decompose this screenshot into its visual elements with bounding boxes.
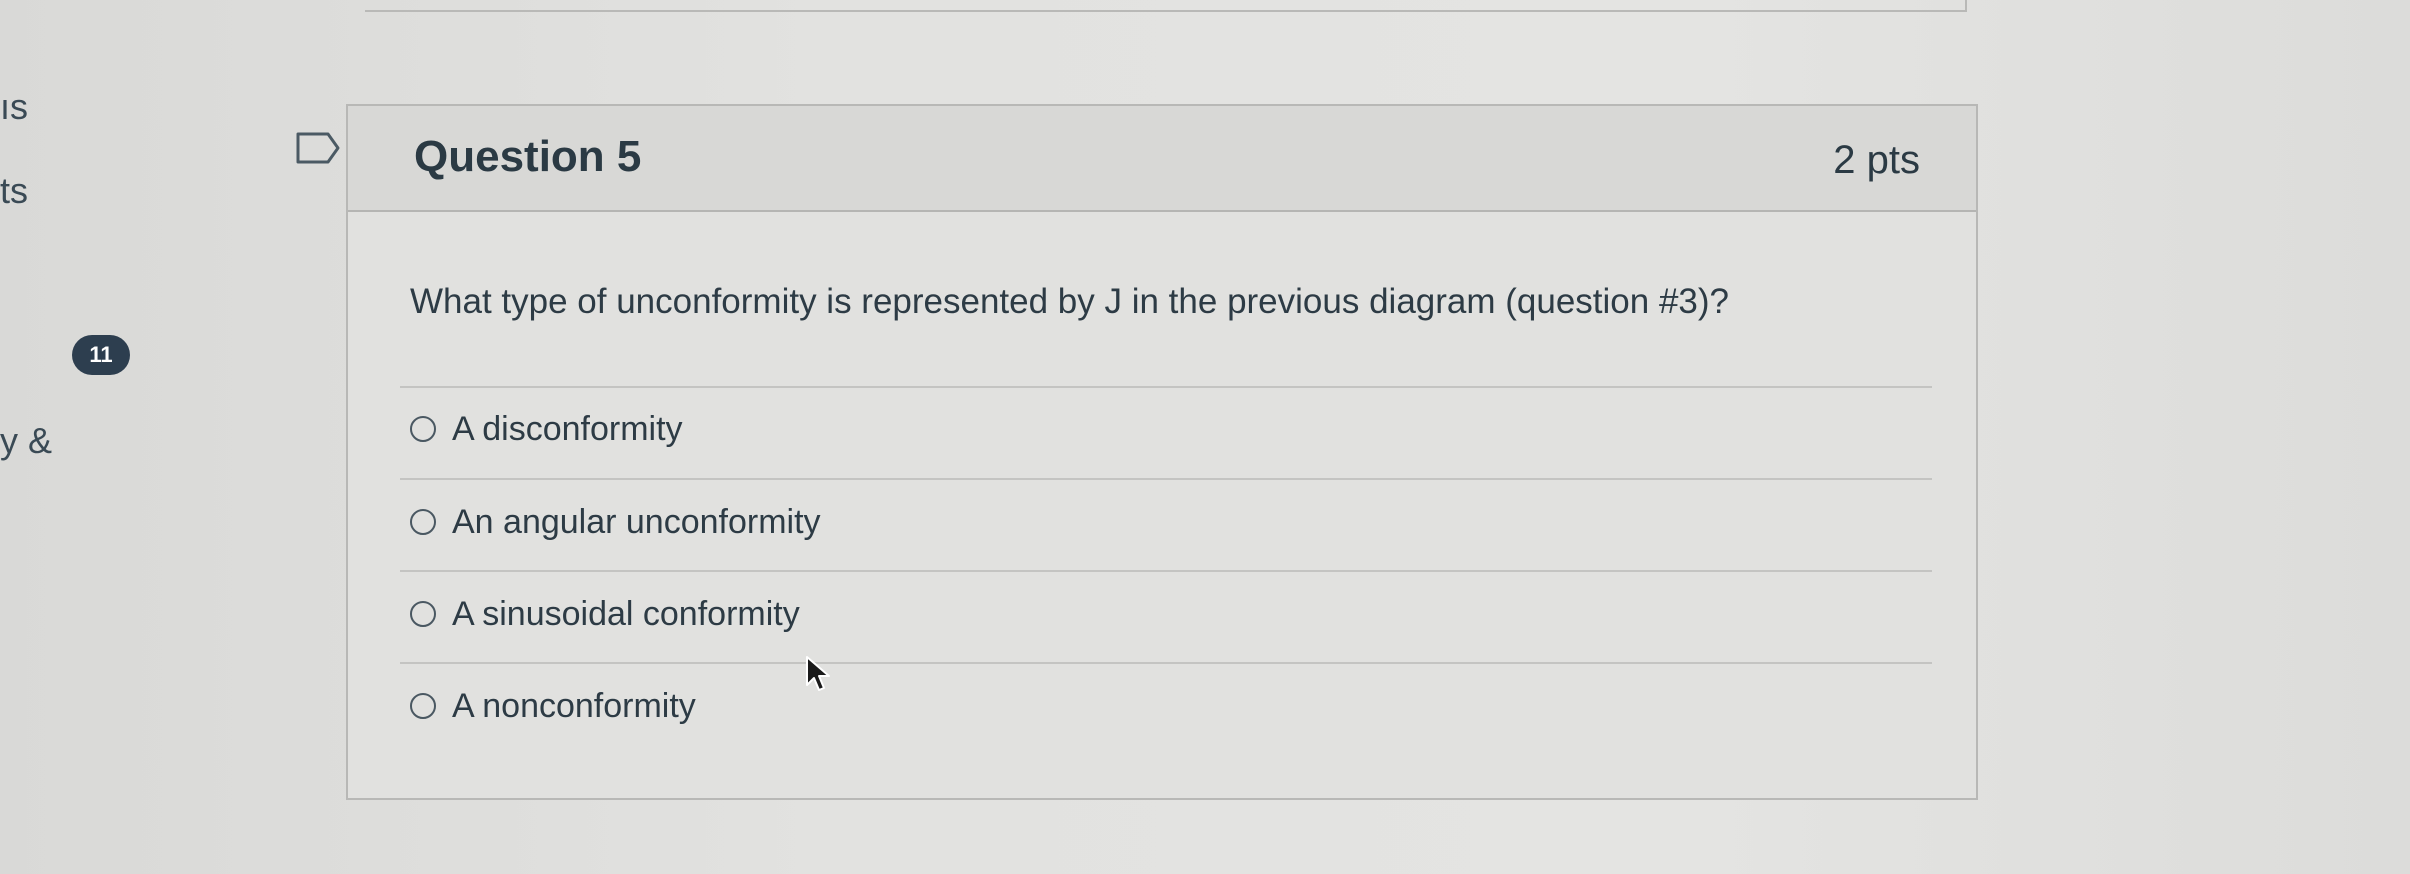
mouse-pointer-icon bbox=[805, 655, 831, 695]
answer-label: An angular unconformity bbox=[452, 502, 821, 541]
sidebar-text-fragment: ıs bbox=[0, 86, 29, 127]
answer-option-disconformity[interactable]: A disconformity bbox=[410, 404, 683, 454]
previous-question-card-edge bbox=[365, 0, 1967, 12]
radio-unchecked-icon[interactable] bbox=[410, 509, 436, 535]
answer-option-nonconformity[interactable]: A nonconformity bbox=[410, 681, 696, 731]
answer-divider bbox=[400, 386, 1932, 388]
answer-option-sinusoidal-conformity[interactable]: A sinusoidal conformity bbox=[410, 589, 800, 639]
answer-label: A nonconformity bbox=[452, 686, 696, 725]
question-text: What type of unconformity is represented… bbox=[410, 282, 1730, 321]
question-card: Question 5 2 pts What type of unconformi… bbox=[346, 104, 1978, 800]
question-title: Question 5 bbox=[414, 132, 642, 181]
answer-divider bbox=[400, 570, 1932, 572]
radio-unchecked-icon[interactable] bbox=[410, 416, 436, 442]
answer-divider bbox=[400, 662, 1932, 664]
question-points: 2 pts bbox=[1833, 138, 1920, 182]
flag-question-icon[interactable] bbox=[296, 132, 340, 164]
answer-option-angular-unconformity[interactable]: An angular unconformity bbox=[410, 497, 821, 547]
answer-label: A disconformity bbox=[452, 409, 683, 448]
answer-divider bbox=[400, 478, 1932, 480]
sidebar-text-fragment: y & bbox=[0, 420, 53, 461]
sidebar-text-fragment: ts bbox=[0, 170, 29, 211]
question-header: Question 5 2 pts bbox=[348, 106, 1976, 212]
radio-unchecked-icon[interactable] bbox=[410, 601, 436, 627]
notification-badge[interactable]: 11 bbox=[72, 335, 130, 375]
answer-label: A sinusoidal conformity bbox=[452, 594, 800, 633]
radio-unchecked-icon[interactable] bbox=[410, 693, 436, 719]
